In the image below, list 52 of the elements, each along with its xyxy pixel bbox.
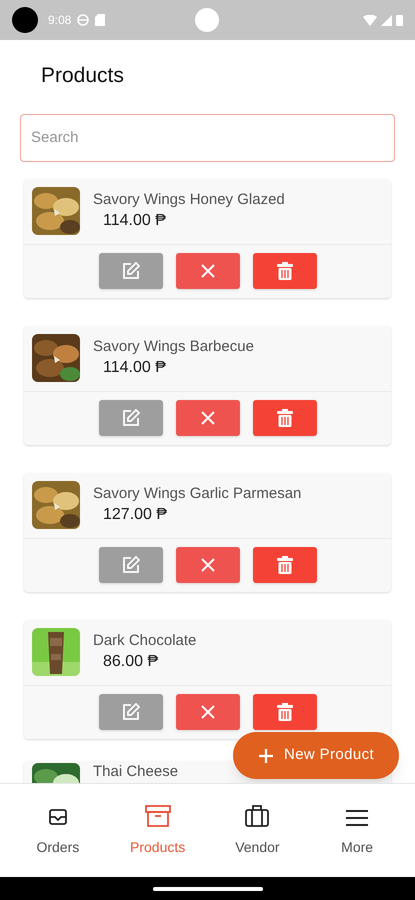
trash-icon (277, 556, 293, 574)
search-field[interactable]: Search (20, 114, 395, 162)
delete-button[interactable] (253, 694, 317, 730)
close-icon (201, 558, 215, 572)
delete-button[interactable] (253, 547, 317, 583)
close-icon (201, 264, 215, 278)
status-globe-icon (77, 14, 90, 26)
edit-button[interactable] (99, 694, 163, 730)
delete-button[interactable] (253, 253, 317, 289)
nav-tab[interactable]: Orders (12, 796, 103, 866)
cancel-button[interactable] (176, 547, 240, 583)
product-price: 114.00 ₱ (103, 358, 167, 378)
delete-button[interactable] (253, 400, 317, 436)
cancel-button[interactable] (176, 253, 240, 289)
plus-icon (258, 748, 274, 764)
signal-icon (381, 14, 392, 26)
edit-icon (122, 556, 140, 574)
close-icon (201, 411, 215, 425)
product-price: 127.00 ₱ (103, 505, 168, 525)
edit-button[interactable] (99, 253, 163, 289)
edit-icon (122, 703, 140, 721)
trash-icon (277, 262, 293, 280)
edit-icon (122, 262, 140, 280)
front-camera-icon (195, 8, 219, 32)
inbox-icon (48, 807, 68, 827)
product-name: Savory Wings Garlic Parmesan (93, 484, 302, 504)
sd-card-icon (95, 14, 106, 26)
battery-icon (396, 14, 403, 26)
new-product-floating-button[interactable]: New Product (233, 732, 399, 779)
nav-tab[interactable]: Vendor (212, 796, 302, 866)
edit-button[interactable] (99, 400, 163, 436)
trash-icon (277, 409, 293, 427)
page-title: Products (41, 63, 125, 89)
edit-button[interactable] (99, 547, 163, 583)
close-icon (201, 705, 215, 719)
trash-icon (277, 703, 293, 721)
nav-tab[interactable]: More (312, 796, 402, 866)
edit-icon (122, 409, 140, 427)
briefcase-icon (245, 805, 270, 827)
product-price: 86.00 ₱ (103, 652, 160, 672)
camera-hole-icon (12, 7, 38, 33)
cancel-button[interactable] (176, 400, 240, 436)
product-name: Dark Chocolate (93, 631, 196, 651)
product-name: Savory Wings Barbecue (93, 337, 254, 357)
product-price: 114.00 ₱ (103, 211, 167, 231)
wifi-icon (363, 14, 377, 26)
archive-box-icon (144, 805, 171, 827)
cancel-button[interactable] (176, 694, 240, 730)
product-name: Thai Cheese (93, 762, 178, 780)
clock-time: 9:08 (48, 12, 72, 29)
product-name: Savory Wings Honey Glazed (93, 190, 285, 210)
menu-icon (346, 809, 368, 827)
